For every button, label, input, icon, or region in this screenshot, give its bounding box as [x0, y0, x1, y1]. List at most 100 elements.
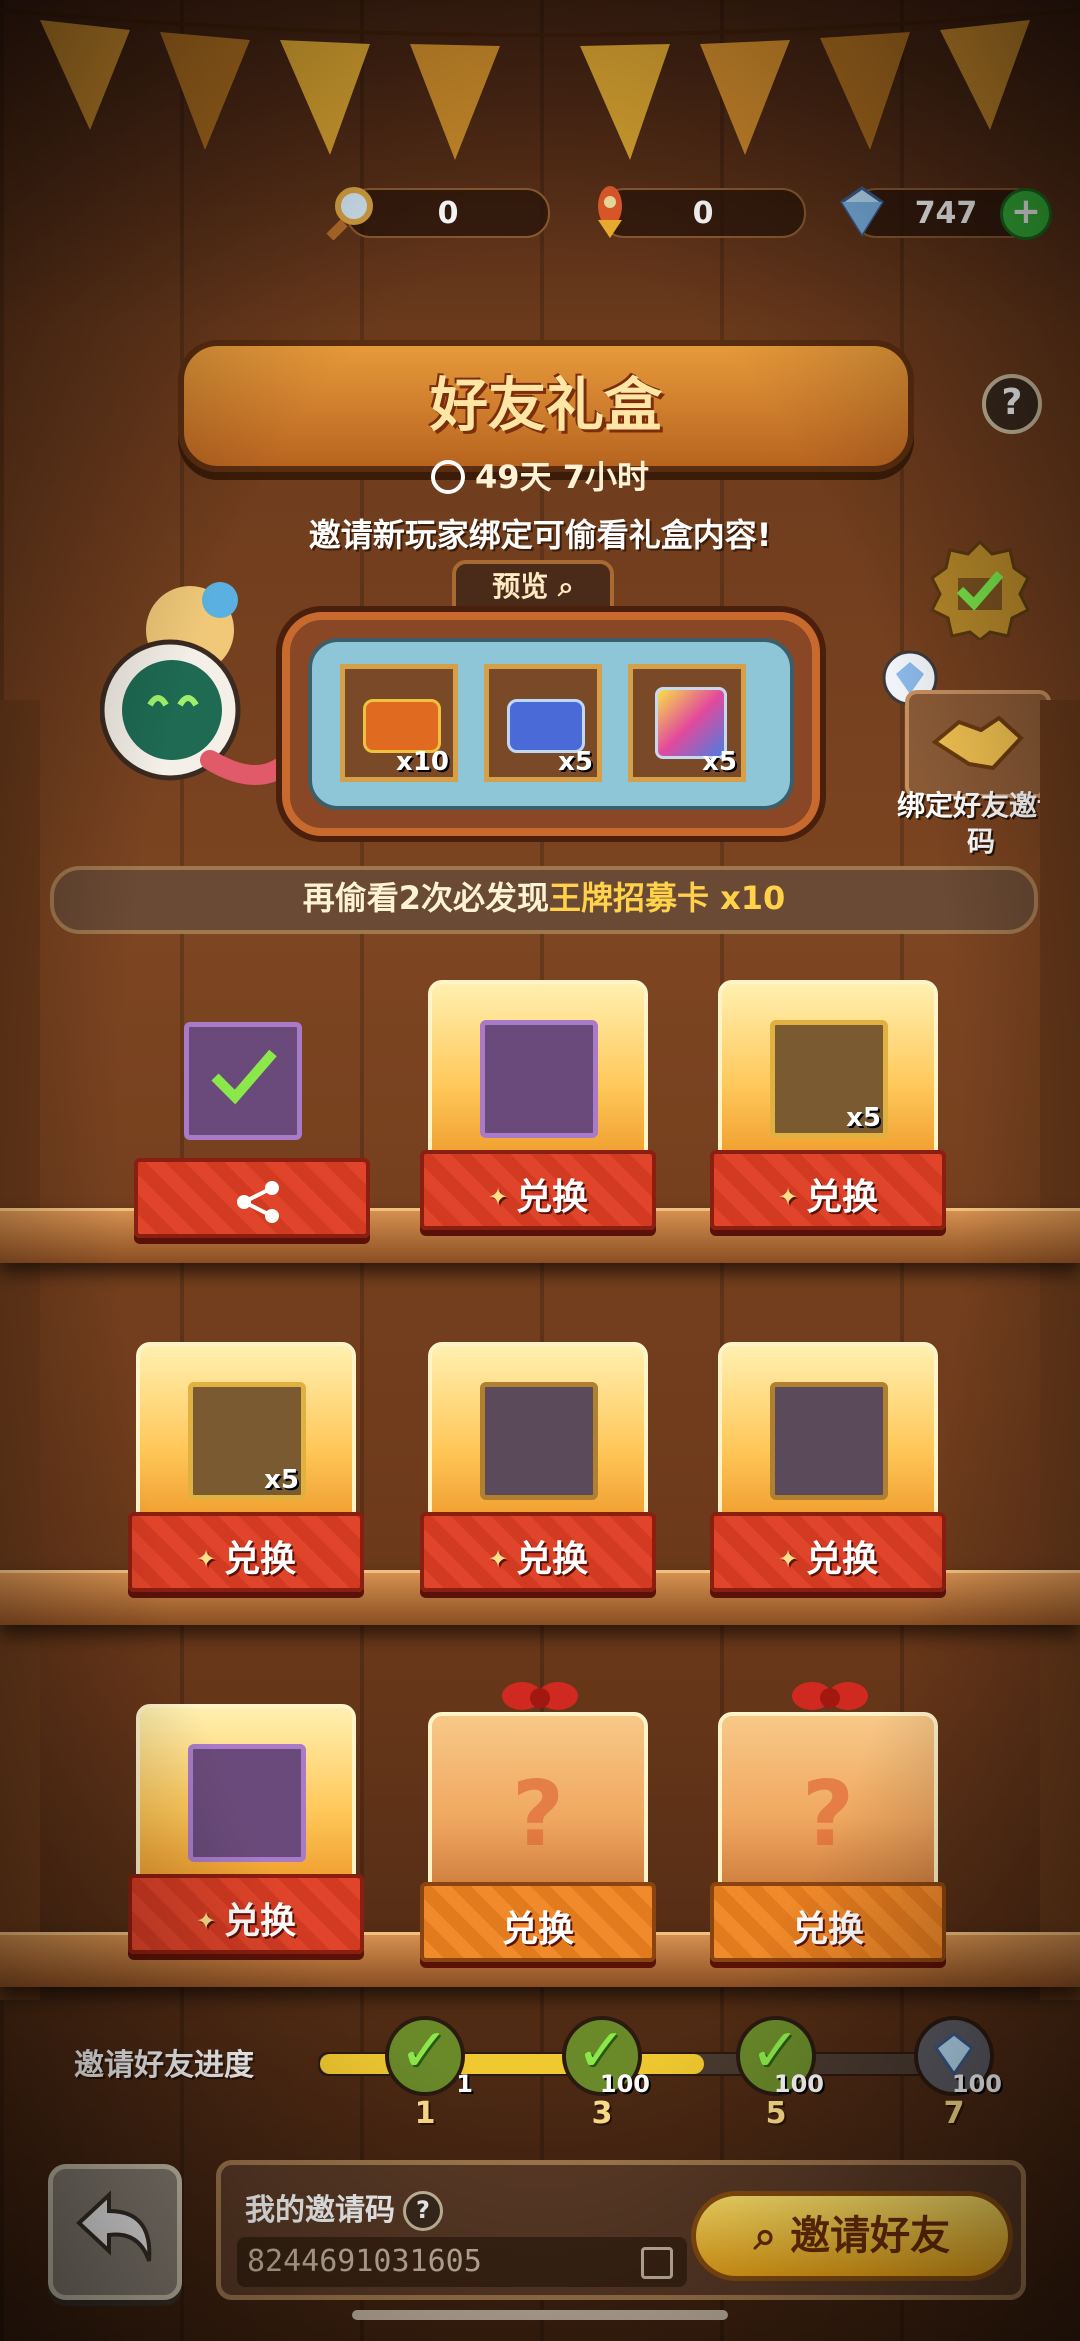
node-reward: 1 — [456, 2070, 473, 2098]
node-number: 3 — [591, 2096, 613, 2131]
node-reward: 100 — [951, 2070, 1002, 2098]
diamond-currency: 747 + — [839, 186, 1052, 240]
node-number: 5 — [765, 2096, 787, 2131]
gift-card: ✦ 兑换 — [128, 1704, 364, 1954]
mascot-character — [100, 582, 300, 785]
help-button[interactable]: ? — [982, 374, 1042, 434]
exchange-label: 兑换 — [224, 1539, 297, 1580]
clock-icon — [431, 460, 466, 494]
rocket-currency: 0 — [598, 186, 806, 238]
share-icon — [237, 1181, 279, 1223]
preview-count: x5 — [702, 747, 737, 777]
check-icon — [211, 1049, 277, 1105]
exchange-button[interactable]: ✦ 兑换 — [420, 1150, 656, 1230]
handshake-icon — [931, 715, 1024, 771]
progress-node[interactable]: 100 — [914, 2016, 1002, 2098]
hint-bar: 再偷看2次必发现王牌招募卡 x10 — [50, 866, 1038, 934]
back-button[interactable] — [48, 2164, 182, 2300]
ring-item-icon — [770, 1382, 888, 1500]
back-arrow-icon — [76, 2190, 152, 2262]
preview-tab-label: 预览 — [492, 570, 549, 603]
exchange-label: 兑换 — [516, 1539, 589, 1580]
exchange-label: 兑换 — [501, 1909, 574, 1950]
invite-friend-button[interactable]: ⌕ 邀请好友 — [691, 2191, 1013, 2281]
exchange-button[interactable]: ✦ 兑换 — [128, 1874, 364, 1954]
add-diamond-button[interactable]: + — [1000, 188, 1052, 240]
exchange-button[interactable]: ✦ 兑换 — [710, 1150, 946, 1230]
gift-card: ✦ 兑换 — [420, 980, 656, 1230]
hint-suffix: x10 — [720, 879, 786, 917]
bunting-decoration — [0, 8, 1080, 160]
hint-prefix: 再偷看2次必发现 — [302, 879, 549, 917]
node-reward: 100 — [773, 2070, 824, 2098]
hint-highlight: 王牌招募卡 — [548, 879, 709, 917]
rocket-count: 0 — [692, 196, 714, 231]
character-card-icon — [184, 1022, 302, 1140]
exchange-label: 兑换 — [224, 1901, 297, 1942]
exchange-label: 兑换 — [791, 1909, 864, 1950]
gold-ticket-icon — [363, 699, 441, 753]
invite-code-field[interactable]: 8244691031605 — [237, 2237, 687, 2287]
shelf-frame-right — [1040, 700, 1080, 2000]
sparkle-icon: ✦ — [777, 1183, 799, 1211]
bind-code-button[interactable] — [905, 690, 1051, 798]
preview-inner: x10 x5 x5 — [308, 638, 794, 810]
question-mark-icon: ? — [511, 1762, 565, 1867]
preview-box: x10 x5 x5 — [282, 612, 820, 836]
gift-card: ✦ 兑换 — [420, 1342, 656, 1592]
exchange-button[interactable]: ✦ 兑换 — [710, 1512, 946, 1592]
progress-node[interactable]: ✓ 100 — [736, 2016, 824, 2098]
event-timer: 49天 7小时 — [0, 452, 1080, 498]
gift-card: x5 ✦ 兑换 — [128, 1342, 364, 1592]
completed-badge-icon[interactable] — [930, 540, 1030, 640]
search-icon: ⌕ — [558, 570, 574, 603]
home-indicator — [352, 2310, 728, 2320]
code-help-button[interactable]: ? — [403, 2191, 443, 2231]
sparkle-icon: ✦ — [777, 1545, 799, 1573]
progress-node[interactable]: ✓ 100 — [562, 2016, 650, 2098]
preview-tab[interactable]: 预览 ⌕ — [452, 560, 614, 618]
winged-emblem-icon — [188, 1744, 306, 1862]
exchange-button[interactable]: 兑换 — [420, 1882, 656, 1962]
invite-code-panel: 我的邀请码? 8244691031605 ⌕ 邀请好友 — [216, 2160, 1026, 2300]
gift-card-claimed — [134, 988, 370, 1238]
copy-icon[interactable] — [641, 2247, 673, 2279]
invite-code-label: 我的邀请码 — [245, 2193, 395, 2228]
scepter-item-icon — [480, 1382, 598, 1500]
invite-code-title: 我的邀请码? — [245, 2185, 443, 2231]
page-title: 好友礼盒 — [429, 371, 662, 439]
preview-count: x5 — [558, 747, 593, 777]
question-mark-icon: ? — [801, 1762, 855, 1867]
preview-slot-cube: x5 — [628, 664, 746, 782]
exchange-button[interactable]: ✦ 兑换 — [420, 1512, 656, 1592]
invite-friend-label: 邀请好友 — [790, 2213, 951, 2259]
sparkle-icon: ✦ — [487, 1545, 509, 1573]
mystery-gift-card: ? 兑换 — [710, 1682, 946, 1962]
exchange-label: 兑换 — [516, 1177, 589, 1218]
node-number: 7 — [943, 2096, 965, 2131]
exchange-button[interactable]: ✦ 兑换 — [128, 1512, 364, 1592]
preview-slot-ticket-gold: x10 — [340, 664, 458, 782]
preview-count: x10 — [396, 747, 449, 777]
shelf-frame-left — [0, 700, 40, 2000]
sparkle-icon: ✦ — [195, 1545, 217, 1573]
magnifier-currency: 0 — [326, 187, 550, 240]
exchange-label: 兑换 — [806, 1539, 879, 1580]
item-count: x5 — [264, 1465, 299, 1495]
share-button[interactable] — [134, 1158, 370, 1238]
preview-slot-ticket-blue: x5 — [484, 664, 602, 782]
sparkle-icon: ✦ — [487, 1183, 509, 1211]
invite-code-value: 8244691031605 — [247, 2244, 482, 2279]
dog-character-icon — [480, 1020, 598, 1138]
magnifier-count: 0 — [437, 196, 459, 231]
mystery-gift-card: ? 兑换 — [420, 1682, 656, 1962]
timer-text: 49天 7小时 — [475, 458, 649, 496]
invite-subtitle: 邀请新玩家绑定可偷看礼盒内容! — [308, 516, 772, 554]
node-reward: 100 — [599, 2070, 650, 2098]
blue-ticket-icon: x5 — [188, 1382, 306, 1500]
progress-node[interactable]: ✓ 1 — [385, 2016, 473, 2098]
exchange-label: 兑换 — [806, 1177, 879, 1218]
check-icon: ✓ — [399, 2016, 450, 2086]
gift-card: x5 ✦ 兑换 — [710, 980, 946, 1230]
exchange-button[interactable]: 兑换 — [710, 1882, 946, 1962]
